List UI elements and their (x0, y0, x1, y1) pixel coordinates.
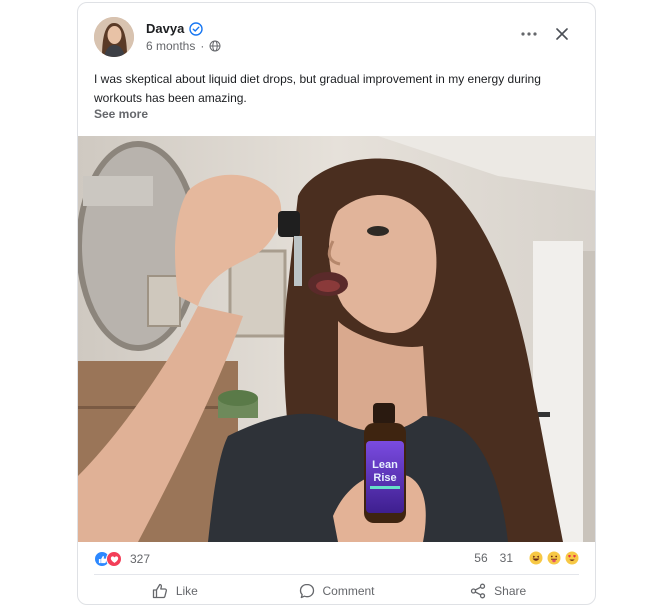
bottle-brand-line-2: Rise (373, 472, 396, 484)
comments-shares-summary: 56 31 (474, 551, 579, 565)
close-button[interactable] (551, 23, 573, 45)
bottle-brand-line-1: Lean (372, 459, 398, 471)
avatar[interactable] (94, 17, 134, 57)
more-options-icon (521, 32, 537, 36)
close-icon (556, 28, 568, 40)
comment-button[interactable]: Comment (256, 578, 418, 604)
share-label: Share (494, 584, 527, 598)
like-button[interactable]: Like (94, 578, 256, 604)
post-time[interactable]: 6 months (146, 39, 195, 53)
actions-divider (94, 574, 579, 575)
see-more-link[interactable]: See more (94, 107, 148, 121)
shares-count[interactable]: 31 (500, 551, 513, 565)
comments-count[interactable]: 56 (474, 551, 487, 565)
thumbs-up-icon (152, 583, 167, 599)
tongue-emoji-icon (547, 551, 561, 565)
reactions-count: 327 (130, 552, 151, 566)
post-actions: Like Comment Share (94, 578, 579, 604)
post-meta: 6 months · (146, 39, 221, 53)
comment-label: Comment (322, 584, 375, 598)
post-photo[interactable]: Lean Rise (78, 136, 595, 542)
more-options-button[interactable] (517, 23, 541, 45)
love-reaction-icon (106, 551, 122, 567)
heart-eyes-emoji-icon (565, 551, 579, 565)
separator-dot: · (200, 39, 205, 53)
share-button[interactable]: Share (417, 578, 579, 604)
engagement-stats: 327 56 31 (94, 548, 579, 570)
verified-badge-icon (189, 21, 204, 36)
comment-icon (299, 583, 314, 599)
author-line: Davya (146, 21, 204, 36)
reactions-summary[interactable]: 327 (94, 551, 150, 567)
author-name[interactable]: Davya (146, 21, 184, 36)
like-label: Like (175, 584, 198, 598)
post-header: Davya 6 months · (94, 17, 579, 59)
post-card: Davya 6 months · I was skeptical about l… (77, 2, 596, 605)
laughing-emoji-icon (529, 551, 543, 565)
share-icon (471, 583, 486, 599)
post-text: I was skeptical about liquid diet drops,… (94, 72, 541, 105)
globe-icon (209, 40, 221, 52)
photo-illustration: Lean Rise (78, 136, 595, 542)
